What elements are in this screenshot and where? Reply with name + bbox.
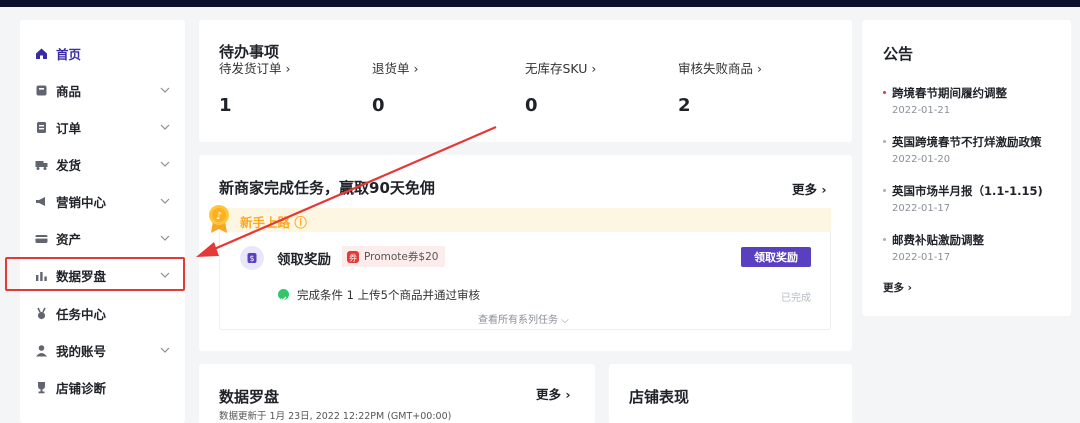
notice-panel [862,20,1071,316]
truck-icon [35,158,48,171]
sidebar-item-task-center[interactable]: 任务中心 [20,297,185,329]
chevron-down-icon [160,198,170,204]
order-icon [35,121,48,134]
compass-more-link[interactable]: 更多 › [536,384,571,403]
sidebar-item-store-diagnosis[interactable]: 店铺诊断 [20,371,185,403]
task-status: 已完成 [781,293,811,304]
data-updated-text: 数据更新于 1月 23日, 2022 12:22PM (GMT+00:00) [219,411,452,422]
sidebar-item-assets[interactable]: 资产 [20,222,185,254]
chevron-down-icon [160,347,170,353]
sidebar-item-label: 发货 [56,157,82,173]
reward-title: 领取奖励 [277,252,331,268]
bullet-dot [883,140,886,143]
todo-label-out-of-stock[interactable]: 无库存SKU › [525,58,596,77]
notice-item-title[interactable]: 英国市场半月报（1.1-1.15) [892,183,1043,199]
bullet-dot [883,189,886,192]
sidebar-item-shipping[interactable]: 发货 [20,148,185,180]
notice-more-link[interactable]: 更多 › [883,280,912,295]
notice-item-date: 2022-01-20 [892,154,951,165]
sidebar-item-label: 任务中心 [56,306,107,322]
task-more-link[interactable]: 更多 › [792,179,827,198]
sidebar-item-order[interactable]: 订单 [20,111,185,143]
todo-label-review-failed[interactable]: 审核失败商品 › [678,58,762,77]
coupon-icon: $ [240,246,264,270]
bullet-dot [883,238,886,241]
promo-text: Promote券$20 [364,251,439,263]
sidebar-item-label: 我的账号 [56,343,107,359]
notice-item-date: 2022-01-17 [892,203,951,214]
chevron-down-icon [160,87,170,93]
sidebar-item-home[interactable]: 首页 [20,37,185,69]
chevron-down-icon [160,235,170,241]
sidebar-item-marketing[interactable]: 营销中心 [20,185,185,217]
notice-item-date: 2022-01-21 [892,105,951,116]
notice-item-title[interactable]: 跨境春节期间履约调整 [892,85,1007,101]
notice-item-title[interactable]: 英国跨境春节不打烊激励政策 [892,134,1042,150]
task-banner [219,208,831,232]
product-icon [35,84,48,97]
sidebar: 首页 商品 订单 发货 营销中心 资产 数据罗盘 任务中心 我的账号 店铺诊断 [20,20,185,423]
bar-chart-icon [35,269,48,282]
chevron-down-icon [160,124,170,130]
user-icon [35,344,48,357]
top-bar [0,0,1080,7]
todo-value-out-of-stock: 0 [525,95,538,116]
sidebar-item-label: 店铺诊断 [56,380,107,396]
todo-value-pending-shipment: 1 [219,95,232,116]
home-icon [35,47,48,60]
unread-dot [883,91,886,94]
card-icon [35,232,48,245]
check-icon [278,289,289,302]
todo-label-pending-shipment[interactable]: 待发货订单 › [219,58,290,77]
chevron-down-icon [160,161,170,167]
chevron-down-icon [160,272,170,278]
medal-icon [35,307,48,320]
sidebar-item-label: 订单 [56,120,82,136]
banner-text: 新手上路 ⓘ [240,215,307,230]
todo-value-review-failed: 2 [678,95,691,116]
megaphone-icon [35,195,48,208]
claim-reward-button[interactable]: 领取奖励 [741,247,811,267]
notice-item-title[interactable]: 邮费补贴激励调整 [892,232,984,248]
view-all-tasks-link[interactable]: 查看所有系列任务 ⌵ [478,311,569,326]
svg-text:♪: ♪ [216,211,222,222]
sidebar-item-label: 资产 [56,231,82,247]
sidebar-item-account[interactable]: 我的账号 [20,334,185,366]
todo-panel [199,20,852,142]
todo-label-returns[interactable]: 退货单 › [372,58,418,77]
svg-text:券: 券 [349,252,357,262]
sidebar-item-label: 数据罗盘 [56,268,107,284]
notice-title: 公告 [883,45,914,63]
task-condition: 完成条件 1 上传5个商品并通过审核 [297,288,480,302]
store-title: 店铺表现 [629,388,690,406]
medal-badge-icon: ♪ [209,205,229,233]
svg-text:$: $ [250,254,255,263]
trophy-icon [35,381,48,394]
sidebar-item-data-compass[interactable]: 数据罗盘 [20,259,185,291]
sidebar-item-label: 营销中心 [56,194,107,210]
promo-icon: 券 [347,250,359,263]
compass-title: 数据罗盘 [219,388,280,406]
task-title: 新商家完成任务，赢取90天免佣 [219,179,435,197]
sidebar-item-product[interactable]: 商品 [20,74,185,106]
sidebar-item-label: 商品 [56,83,82,99]
sidebar-item-label: 首页 [56,46,82,62]
promo-badge: 券 Promote券$20 [342,246,446,267]
notice-item-date: 2022-01-17 [892,252,951,263]
todo-value-returns: 0 [372,95,385,116]
